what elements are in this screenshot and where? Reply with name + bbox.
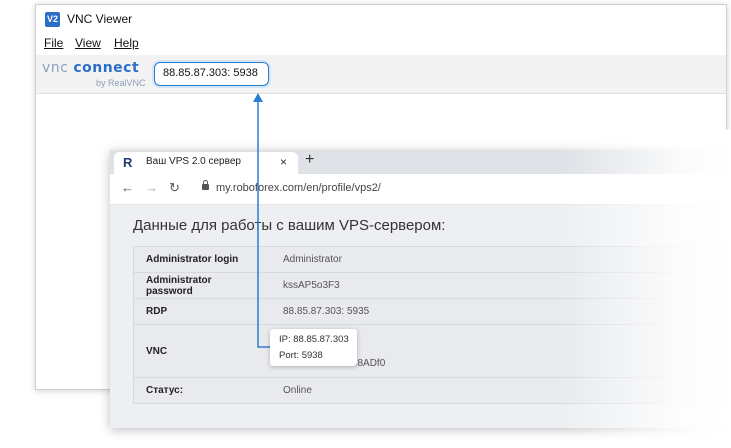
- vnc-info-callout: IP: 88.85.87.303 Port: 5938: [270, 329, 357, 366]
- callout-ip: IP: 88.85.87.303: [279, 334, 349, 345]
- connector-arrow: [253, 93, 270, 348]
- callout-port: Port: 5938: [279, 350, 323, 361]
